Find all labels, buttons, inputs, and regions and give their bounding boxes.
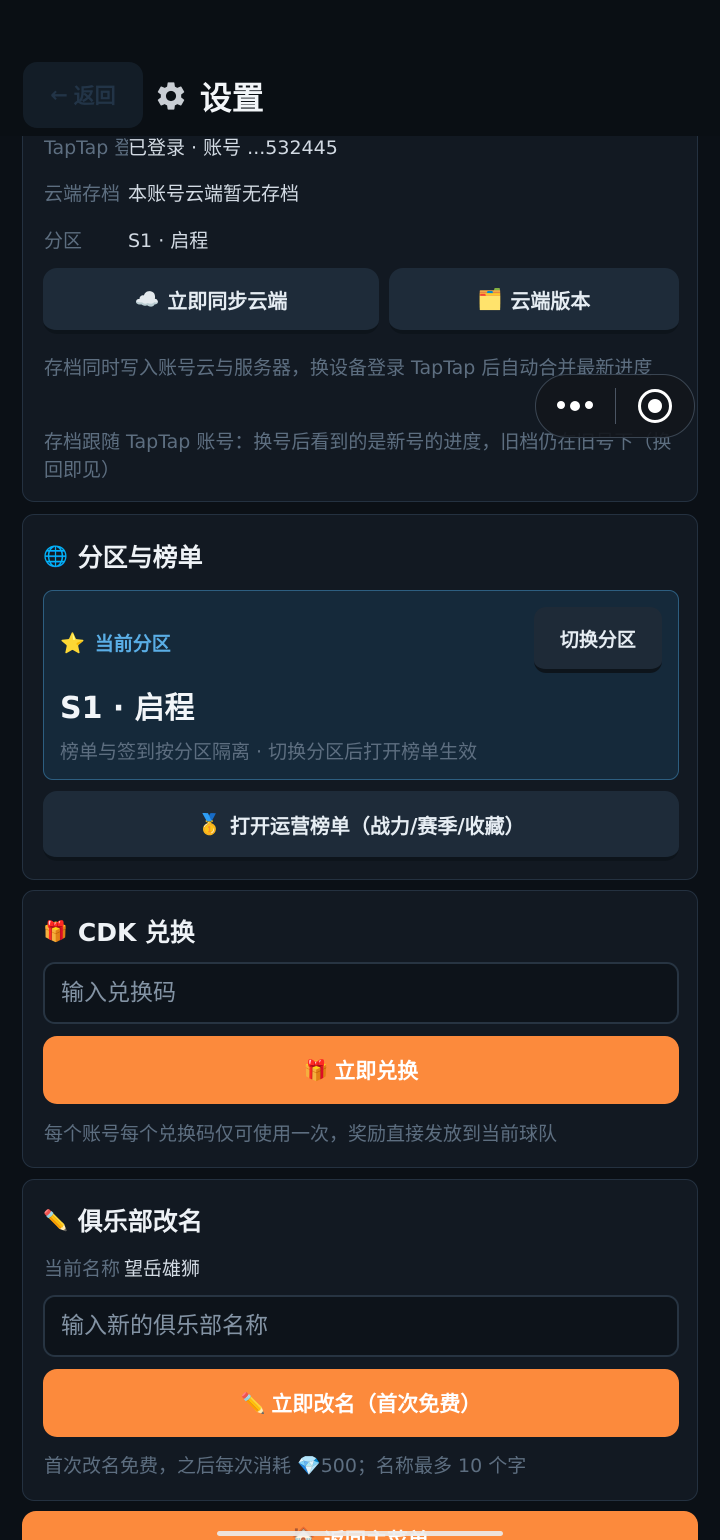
close-miniprogram-button[interactable] — [616, 375, 695, 437]
more-menu-button[interactable] — [536, 375, 615, 437]
folder-icon: 🗂️ — [477, 287, 503, 311]
back-button[interactable]: ← 返回 — [23, 62, 143, 128]
medal-icon: 🥇 — [197, 812, 223, 836]
pencil-icon: ✏️ — [240, 1391, 266, 1415]
switch-zone-button[interactable]: 切换分区 — [534, 607, 662, 673]
cdk-input[interactable] — [43, 962, 679, 1024]
star-icon: ⭐ — [60, 630, 85, 655]
current-zone-label: ⭐ 当前分区 — [60, 630, 171, 656]
redeem-button[interactable]: 🎁 立即兑换 — [43, 1036, 679, 1104]
info-row-zone: 分区 S1 · 启程 — [44, 230, 209, 252]
page-title: 设置 — [200, 79, 265, 117]
gear-icon — [157, 82, 185, 110]
arrow-left-icon: ← — [50, 83, 68, 107]
info-row-cloud-save: 云端存档 本账号云端暂无存档 — [44, 183, 300, 205]
top-bar: ← 返回 设置 — [0, 0, 720, 136]
more-dots-icon — [557, 401, 594, 411]
rename-section-title: ✏️ 俱乐部改名 — [43, 1207, 203, 1236]
cloud-versions-button[interactable]: 🗂️ 云端版本 — [389, 268, 679, 334]
cdk-note: 每个账号每个兑换码仅可使用一次，奖励直接发放到当前球队 — [44, 1123, 558, 1145]
cloud-icon: ☁️ — [134, 287, 160, 311]
zone-hint: 榜单与签到按分区隔离 · 切换分区后打开榜单生效 — [60, 741, 478, 763]
account-card: TapTap 登 已登录 · 账号 ...532445 云端存档 本账号云端暂无… — [22, 100, 698, 502]
current-club-name-row: 当前名称 望岳雄狮 — [44, 1258, 201, 1280]
current-zone-name: S1 · 启程 — [60, 691, 195, 726]
rename-card: ✏️ 俱乐部改名 当前名称 望岳雄狮 ✏️ 立即改名（首次免费） 首次改名免费，… — [22, 1179, 698, 1501]
globe-icon: 🌐 — [43, 544, 68, 568]
gift-icon: 🎁 — [303, 1058, 329, 1082]
gift-icon: 🎁 — [43, 919, 68, 943]
sync-cloud-button[interactable]: ☁️ 立即同步云端 — [43, 268, 379, 334]
cdk-section-title: 🎁 CDK 兑换 — [43, 918, 196, 947]
target-icon — [637, 389, 672, 423]
club-name-input[interactable] — [43, 1295, 679, 1357]
rename-note: 首次改名免费，之后每次消耗 💎500；名称最多 10 个字 — [44, 1455, 527, 1477]
cdk-card: 🎁 CDK 兑换 🎁 立即兑换 每个账号每个兑换码仅可使用一次，奖励直接发放到当… — [22, 890, 698, 1168]
rename-button[interactable]: ✏️ 立即改名（首次免费） — [43, 1369, 679, 1437]
open-leaderboard-button[interactable]: 🥇 打开运营榜单（战力/赛季/收藏） — [43, 791, 679, 861]
zone-card: 🌐 分区与榜单 ⭐ 当前分区 切换分区 S1 · 启程 榜单与签到按分区隔离 ·… — [22, 514, 698, 880]
pencil-icon: ✏️ — [43, 1208, 68, 1232]
miniprogram-capsule — [535, 374, 695, 438]
info-row-taptap: TapTap 登 已登录 · 账号 ...532445 — [44, 137, 338, 159]
home-indicator — [217, 1531, 503, 1536]
zone-section-title: 🌐 分区与榜单 — [43, 543, 203, 572]
back-button-label: 返回 — [73, 84, 116, 108]
current-zone-panel: ⭐ 当前分区 切换分区 S1 · 启程 榜单与签到按分区隔离 · 切换分区后打开… — [43, 590, 679, 780]
page-title-group: 设置 — [154, 74, 264, 118]
